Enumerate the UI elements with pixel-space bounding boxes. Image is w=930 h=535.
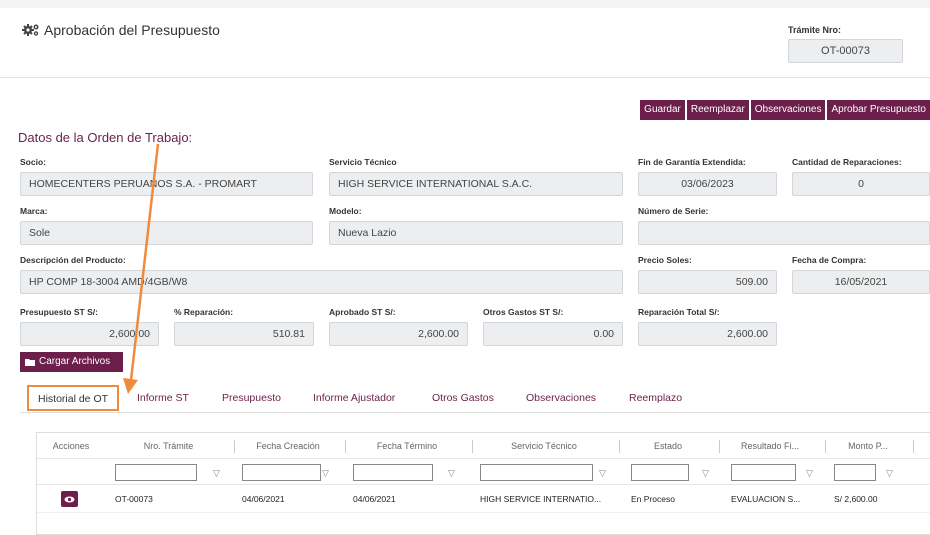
cell-resultado: EVALUACION S... xyxy=(731,494,801,504)
column-separator[interactable] xyxy=(472,440,473,453)
porc-reparacion-field[interactable]: 510.81 xyxy=(174,322,314,346)
presupuesto-st-label: Presupuesto ST S/: xyxy=(20,307,98,317)
filter-icon[interactable]: ▽ xyxy=(322,468,329,479)
view-button[interactable] xyxy=(61,491,78,507)
filter-input[interactable] xyxy=(834,464,876,481)
precio-soles-field[interactable]: 509.00 xyxy=(638,270,777,294)
filter-icon[interactable]: ▽ xyxy=(886,468,893,479)
filter-input[interactable] xyxy=(242,464,321,481)
socio-label: Socio: xyxy=(20,157,46,167)
observations-button[interactable]: Observaciones xyxy=(750,100,826,120)
marca-field[interactable]: Sole xyxy=(20,221,313,245)
otros-gastos-label: Otros Gastos ST S/: xyxy=(483,307,564,317)
fecha-compra-label: Fecha de Compra: xyxy=(792,255,867,265)
column-separator[interactable] xyxy=(619,440,620,453)
descripcion-field[interactable]: HP COMP 18-3004 AMD/4GB/W8 xyxy=(20,270,623,294)
tab-otros-gastos[interactable]: Otros Gastos xyxy=(432,385,494,411)
cell-estado: En Proceso xyxy=(631,494,675,504)
table-header: Acciones Nro. Trámite Fecha Creación Fec… xyxy=(37,433,930,459)
filter-input[interactable] xyxy=(731,464,796,481)
servicio-field[interactable]: HIGH SERVICE INTERNATIONAL S.A.C. xyxy=(329,172,623,196)
reparacion-total-field[interactable]: 2,600.00 xyxy=(638,322,777,346)
otros-gastos-field[interactable]: 0.00 xyxy=(483,322,623,346)
filter-input[interactable] xyxy=(115,464,197,481)
filter-row: ▽ ▽ ▽ ▽ ▽ ▽ ▽ xyxy=(37,459,930,485)
reparacion-total-label: Reparación Total S/: xyxy=(638,307,720,317)
tab-reemplazo[interactable]: Reemplazo xyxy=(629,385,682,411)
column-header[interactable]: Fecha Creación xyxy=(236,433,340,459)
modelo-label: Modelo: xyxy=(329,206,362,216)
filter-icon[interactable]: ▽ xyxy=(599,468,606,479)
tab-informe-ajustador[interactable]: Informe Ajustador xyxy=(313,385,395,411)
numero-serie-label: Número de Serie: xyxy=(638,206,709,216)
column-header[interactable]: Resultado Fi... xyxy=(721,433,819,459)
tab-presupuesto[interactable]: Presupuesto xyxy=(222,385,281,411)
tab-informe-st[interactable]: Informe ST xyxy=(137,385,189,411)
fecha-compra-field[interactable]: 16/05/2021 xyxy=(792,270,930,294)
column-separator[interactable] xyxy=(719,440,720,453)
fin-garantia-label: Fin de Garantía Extendida: xyxy=(638,157,746,167)
gears-icon xyxy=(22,24,39,36)
fin-garantia-field[interactable]: 03/06/2023 xyxy=(638,172,777,196)
filter-icon[interactable]: ▽ xyxy=(213,468,220,479)
socio-field[interactable]: HOMECENTERS PERUANOS S.A. - PROMART xyxy=(20,172,313,196)
section-title: Datos de la Orden de Trabajo: xyxy=(18,130,193,145)
tab-highlight xyxy=(27,385,120,411)
cell-monto: S/ 2,600.00 xyxy=(834,494,878,504)
filter-icon[interactable]: ▽ xyxy=(448,468,455,479)
cell-nro-tramite: OT-00073 xyxy=(115,494,153,504)
upload-files-button[interactable]: Cargar Archivos xyxy=(20,352,123,372)
cell-fecha-termino: 04/06/2021 xyxy=(353,494,396,504)
filter-input[interactable] xyxy=(631,464,689,481)
column-header[interactable]: Estado xyxy=(621,433,715,459)
tab-bar: Historial de OT Informe ST Presupuesto I… xyxy=(20,385,930,413)
servicio-label: Servicio Técnico xyxy=(329,157,397,167)
aprobado-st-field[interactable]: 2,600.00 xyxy=(329,322,468,346)
aprobado-st-label: Aprobado ST S/: xyxy=(329,307,396,317)
filter-icon[interactable]: ▽ xyxy=(806,468,813,479)
folder-icon xyxy=(25,358,35,366)
history-table: Acciones Nro. Trámite Fecha Creación Fec… xyxy=(36,432,930,535)
save-button[interactable]: Guardar xyxy=(640,100,685,120)
page-header: Aprobación del Presupuesto Trámite Nro: … xyxy=(0,8,930,78)
column-header[interactable]: Servicio Técnico xyxy=(474,433,614,459)
page-title-text: Aprobación del Presupuesto xyxy=(44,22,220,38)
column-header[interactable]: Fecha Término xyxy=(347,433,467,459)
page-title: Aprobación del Presupuesto xyxy=(22,22,220,38)
table-row[interactable]: OT-00073 04/06/2021 04/06/2021 HIGH SERV… xyxy=(37,485,930,513)
cell-servicio-tecnico: HIGH SERVICE INTERNATIO... xyxy=(480,494,602,504)
tramite-label: Trámite Nro: xyxy=(788,25,842,35)
action-toolbar: Guardar Reemplazar Observaciones Aprobar… xyxy=(640,100,930,120)
precio-soles-label: Precio Soles: xyxy=(638,255,692,265)
modelo-field[interactable]: Nueva Lazio xyxy=(329,221,623,245)
column-header[interactable]: Monto P... xyxy=(827,433,909,459)
tramite-field[interactable]: OT-00073 xyxy=(788,39,903,63)
upload-files-label: Cargar Archivos xyxy=(39,356,111,367)
eye-icon xyxy=(64,496,75,502)
cell-fecha-creacion: 04/06/2021 xyxy=(242,494,285,504)
marca-label: Marca: xyxy=(20,206,48,216)
column-header[interactable]: Nro. Trámite xyxy=(109,433,228,459)
column-separator[interactable] xyxy=(345,440,346,453)
column-separator[interactable] xyxy=(234,440,235,453)
replace-button[interactable]: Reemplazar xyxy=(686,100,749,120)
column-header[interactable]: Acciones xyxy=(37,433,105,459)
tab-observaciones[interactable]: Observaciones xyxy=(526,385,596,411)
column-separator[interactable] xyxy=(913,440,914,453)
filter-icon[interactable]: ▽ xyxy=(702,468,709,479)
top-bar xyxy=(0,0,930,8)
presupuesto-st-field[interactable]: 2,600.00 xyxy=(20,322,159,346)
filter-input[interactable] xyxy=(353,464,433,481)
descripcion-label: Descripción del Producto: xyxy=(20,255,126,265)
approve-budget-button[interactable]: Aprobar Presupuesto xyxy=(827,100,930,120)
cantidad-reparaciones-label: Cantidad de Reparaciones: xyxy=(792,157,902,167)
numero-serie-field[interactable] xyxy=(638,221,930,245)
column-separator[interactable] xyxy=(825,440,826,453)
filter-input[interactable] xyxy=(480,464,593,481)
cantidad-reparaciones-field[interactable]: 0 xyxy=(792,172,930,196)
porc-reparacion-label: % Reparación: xyxy=(174,307,234,317)
tab-historial-ot[interactable]: Historial de OT xyxy=(27,385,120,411)
